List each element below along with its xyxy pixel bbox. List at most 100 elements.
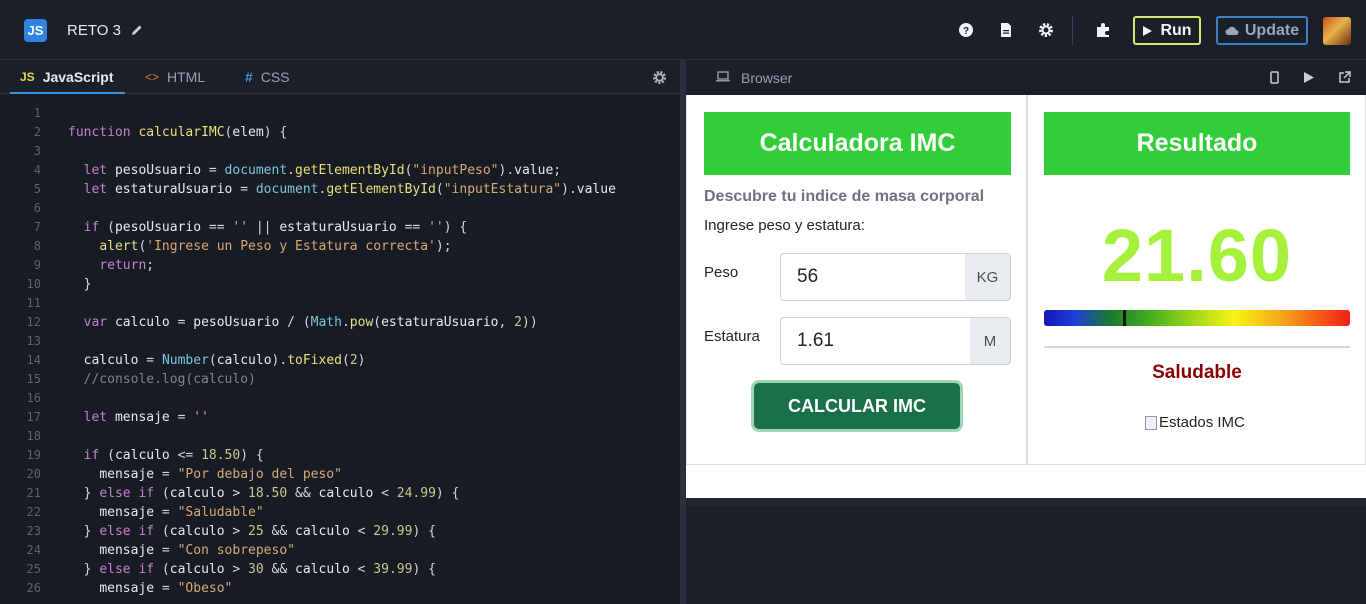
- line-number: 14: [26, 353, 41, 367]
- code-line: } else if (calculo > 25 && calculo < 29.…: [68, 524, 436, 539]
- editor-settings-gear-icon[interactable]: [652, 70, 667, 85]
- update-button-label: Update: [1244, 21, 1300, 39]
- line-number: 22: [26, 505, 41, 519]
- help-icon[interactable]: ?: [958, 22, 974, 38]
- line-number: 21: [26, 486, 41, 500]
- document-icon[interactable]: [998, 22, 1014, 38]
- line-number: 17: [26, 410, 41, 424]
- line-number: 3: [33, 144, 41, 158]
- imc-value: 21.60: [1101, 214, 1293, 297]
- line-number: 8: [33, 239, 41, 253]
- result-title: Resultado: [1044, 112, 1350, 175]
- code-line: } else if (calculo > 30 && calculo < 39.…: [68, 562, 436, 577]
- estatura-input[interactable]: 1.61: [780, 317, 971, 365]
- line-number: 2: [33, 125, 41, 139]
- code-line: function calcularIMC(elem) {: [68, 125, 288, 140]
- tab-javascript-label: JavaScript: [42, 69, 114, 85]
- laptop-icon: [716, 71, 730, 82]
- code-line: let pesoUsuario = document.getElementByI…: [83, 163, 562, 178]
- top-bar: JS RETO 3 ? Run Update: [0, 0, 1366, 60]
- imc-status: Saludable: [1152, 362, 1242, 383]
- calcular-imc-button[interactable]: CALCULAR IMC: [754, 383, 960, 429]
- line-number: 7: [33, 220, 41, 234]
- result-divider: [1044, 346, 1350, 348]
- line-number: 10: [26, 277, 41, 291]
- code-line: let mensaje = '': [83, 410, 209, 425]
- line-number: 19: [26, 448, 41, 462]
- imc-scale-marker: [1123, 310, 1126, 326]
- gear-icon[interactable]: [1038, 22, 1054, 38]
- code-line: mensaje = "Con sobrepeso": [99, 543, 295, 558]
- code-line: alert('Ingrese un Peso y Estatura correc…: [99, 239, 452, 254]
- calculator-card: Calculadora IMC Descubre tu indice de ma…: [686, 95, 1027, 465]
- mobile-icon[interactable]: [1270, 71, 1279, 84]
- estatura-label: Estatura: [704, 328, 760, 345]
- peso-input[interactable]: 56: [780, 253, 966, 301]
- project-title[interactable]: RETO 3: [67, 22, 121, 39]
- javascript-icon: JS: [20, 70, 35, 84]
- code-line: if (calculo <= 18.50) {: [83, 448, 264, 463]
- cloud-upload-icon: [1225, 26, 1239, 35]
- line-number: 5: [33, 182, 41, 196]
- code-line: mensaje = "Por debajo del peso": [99, 467, 342, 482]
- calculator-title: Calculadora IMC: [704, 112, 1011, 175]
- imc-scale-bar: [1044, 310, 1350, 326]
- editor-tabs: JS JavaScript <> HTML # CSS: [0, 60, 680, 94]
- code-line: } else if (calculo > 18.50 && calculo < …: [68, 486, 460, 501]
- code-line: calculo = Number(calculo).toFixed(2): [83, 353, 366, 368]
- line-number: 1: [33, 106, 41, 120]
- code-editor[interactable]: 1 2 function calcularIMC(elem) { 3 4 let …: [0, 95, 680, 604]
- code-line: }: [68, 277, 92, 292]
- browser-tab-label[interactable]: Browser: [741, 70, 792, 86]
- user-avatar[interactable]: [1323, 17, 1351, 45]
- line-number: 24: [26, 543, 41, 557]
- line-number: 20: [26, 467, 41, 481]
- code-line: var calculo = pesoUsuario / (Math.pow(es…: [83, 315, 538, 330]
- js-logo-icon[interactable]: JS: [24, 19, 47, 42]
- browser-preview: Calculadora IMC Descubre tu indice de ma…: [686, 95, 1366, 498]
- code-line: let estaturaUsuario = document.getElemen…: [83, 182, 616, 197]
- tab-css[interactable]: # CSS: [245, 69, 290, 85]
- run-button-label: Run: [1160, 21, 1192, 39]
- line-number: 25: [26, 562, 41, 576]
- run-button[interactable]: Run: [1133, 16, 1201, 45]
- tab-css-label: CSS: [260, 69, 290, 85]
- line-number: 9: [33, 258, 41, 272]
- calculator-hint: Ingrese peso y estatura:: [704, 217, 865, 234]
- line-number: 12: [26, 315, 41, 329]
- estatura-unit: M: [970, 317, 1011, 365]
- line-number: 23: [26, 524, 41, 538]
- line-number: 26: [26, 581, 41, 595]
- preview-bottom-bar: [686, 498, 1366, 506]
- code-line: mensaje = "Obeso": [99, 581, 233, 596]
- line-number: 4: [33, 163, 41, 177]
- peso-unit: KG: [965, 253, 1011, 301]
- pencil-icon[interactable]: [131, 24, 143, 36]
- line-number: 15: [26, 372, 41, 386]
- tab-javascript[interactable]: JS JavaScript: [20, 69, 114, 85]
- puzzle-icon[interactable]: [1095, 22, 1111, 38]
- external-link-icon[interactable]: [1338, 71, 1351, 84]
- estados-imc-image: Estados IMC: [1145, 414, 1245, 431]
- active-tab-indicator: [10, 92, 125, 94]
- tab-html-label: HTML: [167, 69, 206, 85]
- play-icon[interactable]: [1303, 71, 1315, 84]
- estados-imc-alt-text: Estados IMC: [1159, 414, 1245, 431]
- browser-bar: Browser: [686, 60, 1366, 95]
- line-number: 6: [33, 201, 41, 215]
- line-number: 16: [26, 391, 41, 405]
- tab-html[interactable]: <> HTML: [145, 69, 205, 85]
- svg-text:?: ?: [963, 26, 969, 37]
- toolbar-separator: [1072, 16, 1073, 45]
- code-line: if (pesoUsuario == '' || estaturaUsuario…: [83, 220, 468, 235]
- line-number: 13: [26, 334, 41, 348]
- peso-label: Peso: [704, 264, 739, 281]
- line-number: 11: [26, 296, 41, 310]
- calculator-subtitle: Descubre tu indice de masa corporal: [704, 188, 985, 205]
- update-button[interactable]: Update: [1216, 16, 1308, 45]
- line-number: 18: [26, 429, 41, 443]
- broken-image-icon: [1145, 415, 1157, 430]
- play-icon: [1143, 25, 1153, 36]
- code-line: return;: [99, 258, 155, 273]
- code-line: mensaje = "Saludable": [99, 505, 264, 520]
